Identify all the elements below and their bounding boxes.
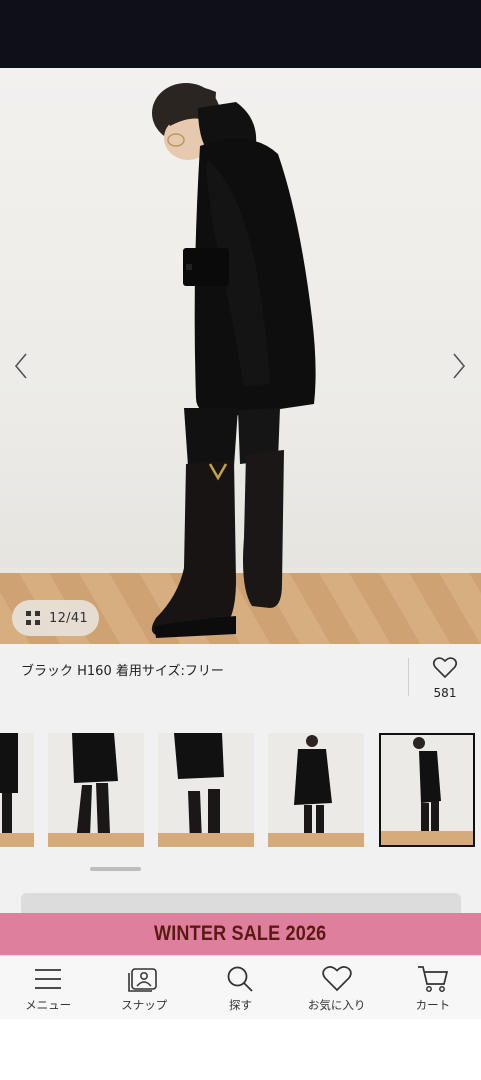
search-icon [228, 966, 254, 992]
product-page: 12/41 ブラック H160 着用サイズ:フリー 581 WINTER SAL… [0, 0, 481, 1080]
chevron-left-icon [14, 353, 27, 379]
nav-cart-label: カート [415, 998, 451, 1012]
menu-icon [35, 969, 62, 989]
nav-search[interactable]: 探す [192, 956, 288, 1020]
thumbnail-image[interactable] [0, 733, 34, 847]
nav-menu[interactable]: メニュー [0, 956, 96, 1020]
previous-image-button[interactable] [6, 346, 36, 386]
next-image-button[interactable] [444, 346, 474, 386]
caption-divider [408, 658, 409, 696]
thumbnail-image[interactable] [268, 733, 364, 847]
grid-icon [26, 611, 40, 625]
bottom-navigation: メニュー スナップ 探す お気に入り カート [0, 955, 481, 1019]
thumbnail-image[interactable] [48, 733, 144, 847]
sale-banner-text: WINTER SALE 2026 [154, 922, 327, 945]
thumbnail-image-selected[interactable] [379, 733, 475, 847]
heart-icon [321, 966, 352, 992]
image-counter-button[interactable]: 12/41 [12, 600, 99, 636]
nav-search-label: 探す [228, 998, 252, 1012]
product-photo[interactable]: 12/41 [0, 68, 481, 644]
model-figure [151, 83, 316, 638]
image-caption-row: ブラック H160 着用サイズ:フリー 581 [0, 644, 481, 716]
image-caption: ブラック H160 着用サイズ:フリー [21, 664, 224, 679]
nav-favorites[interactable]: お気に入り [289, 956, 385, 1020]
heart-icon [432, 657, 458, 679]
nav-cart[interactable]: カート [385, 956, 481, 1020]
top-header-bar [0, 0, 481, 68]
image-counter-text: 12/41 [49, 610, 88, 626]
nav-snap-label: スナップ [121, 998, 168, 1012]
nav-menu-label: メニュー [25, 998, 72, 1012]
thumbnail-image[interactable] [158, 733, 254, 847]
bottom-safe-area [0, 1019, 481, 1080]
favorite-button[interactable]: 581 [420, 656, 470, 700]
chevron-right-icon [453, 353, 466, 379]
nav-snap[interactable]: スナップ [96, 956, 192, 1020]
sale-banner[interactable]: WINTER SALE 2026 [0, 913, 481, 955]
snap-icon [128, 968, 158, 992]
cart-icon [417, 966, 448, 992]
favorite-count: 581 [433, 686, 457, 700]
thumbnail-scroll-indicator [90, 867, 141, 871]
thumbnail-strip[interactable] [0, 733, 481, 847]
nav-favorites-label: お気に入り [307, 998, 366, 1012]
